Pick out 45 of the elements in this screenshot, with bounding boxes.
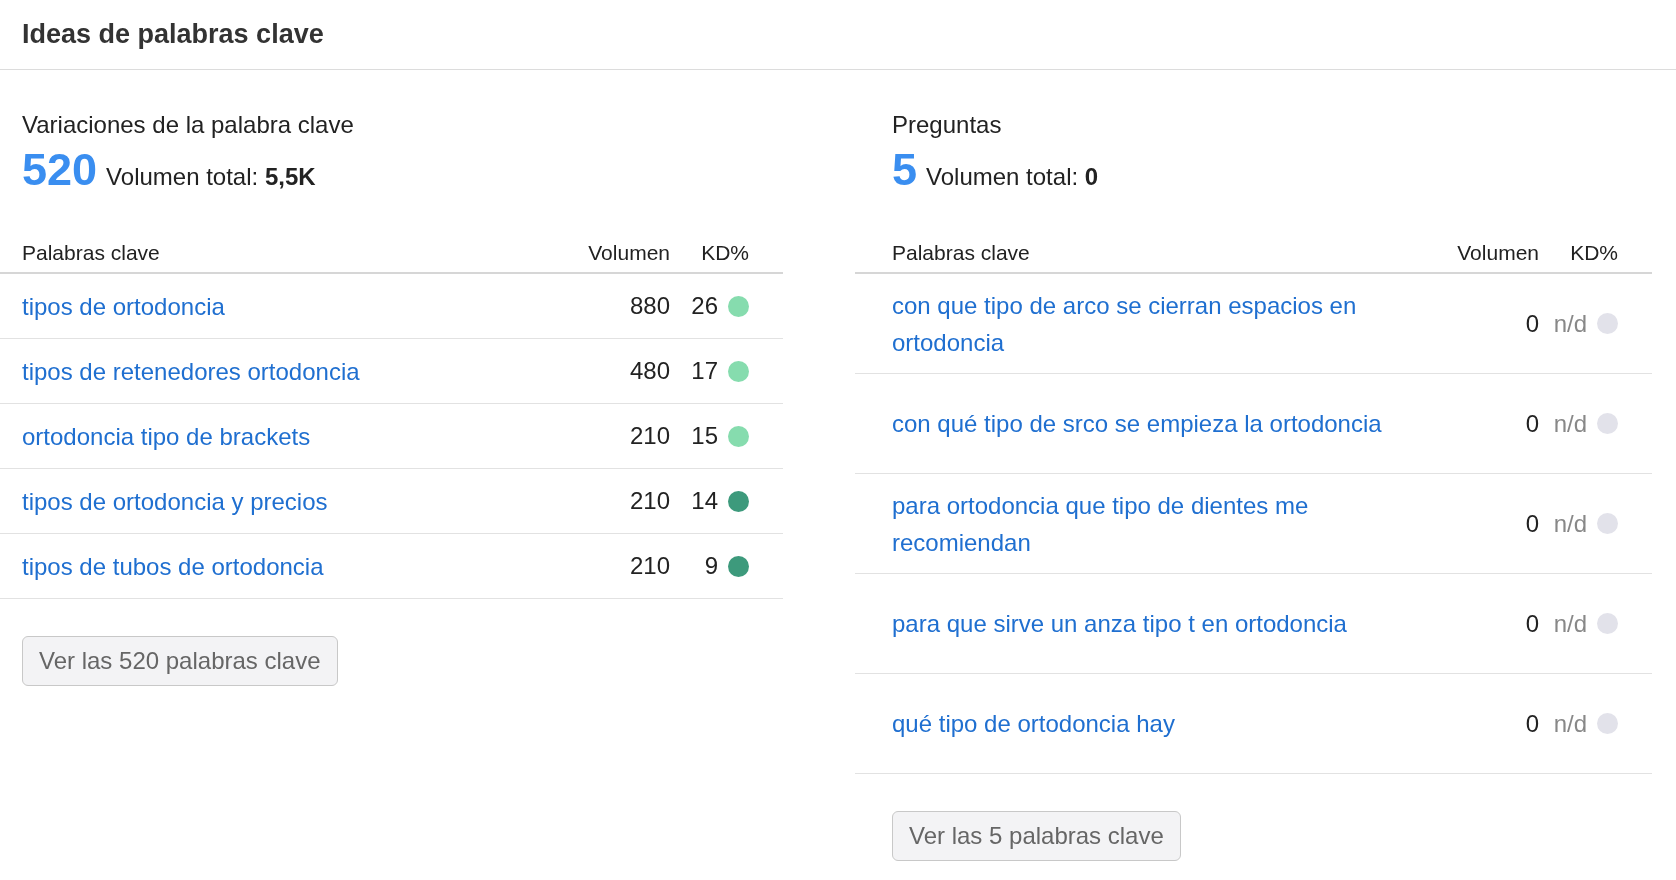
- section-heading: Variaciones de la palabra clave: [22, 110, 354, 140]
- keyword-link[interactable]: para ortodoncia que tipo de dientes me recomiendan: [892, 486, 1392, 561]
- kd-value: n/d: [1553, 308, 1587, 339]
- volume-value: 0: [1525, 409, 1539, 437]
- kd-value: 15: [691, 421, 718, 451]
- section-heading: Preguntas: [892, 110, 1002, 140]
- column-header: Volumen: [1457, 241, 1539, 265]
- volume-value: 210: [629, 422, 670, 449]
- keyword-link[interactable]: con qué tipo de srco se empieza la ortodoncia: [892, 405, 1392, 442]
- view-all-button[interactable]: Ver las 520 palabras clave: [22, 636, 338, 686]
- view-all-button[interactable]: Ver las 5 palabras clave: [892, 811, 1181, 861]
- keyword-link[interactable]: tipos de ortodoncia y precios: [22, 487, 328, 515]
- column-header: KD%: [701, 241, 749, 265]
- volume-value: 0: [1525, 509, 1539, 537]
- kd-value: 14: [691, 486, 718, 516]
- column-header: Palabras clave: [22, 241, 160, 265]
- column-header: Palabras clave: [892, 241, 1030, 265]
- kd-value: n/d: [1553, 508, 1587, 539]
- volume-value: 210: [629, 552, 670, 579]
- kd-value: n/d: [1553, 408, 1587, 439]
- keyword-link[interactable]: qué tipo de ortodoncia hay: [892, 705, 1392, 742]
- volume-value: 480: [629, 357, 670, 384]
- keyword-link[interactable]: tipos de retenedores ortodoncia: [22, 357, 360, 385]
- volume-value: 880: [629, 292, 670, 319]
- volume-value: 0: [1525, 709, 1539, 737]
- volume-value: 210: [629, 487, 670, 514]
- kd-value: 26: [691, 291, 718, 321]
- keyword-link[interactable]: para que sirve un anza tipo t en ortodoncia: [892, 605, 1392, 642]
- column-header: KD%: [1570, 241, 1618, 265]
- total-volume: Volumen total: 5,5K: [106, 162, 316, 192]
- keyword-link[interactable]: con que tipo de arco se cierran espacios en ortodoncia: [892, 286, 1392, 361]
- keyword-link[interactable]: ortodoncia tipo de brackets: [22, 422, 311, 450]
- kd-value: 9: [704, 551, 718, 581]
- kd-value: 17: [691, 356, 718, 386]
- keyword-link[interactable]: tipos de tubos de ortodoncia: [22, 552, 324, 580]
- keyword-link[interactable]: tipos de ortodoncia: [22, 292, 225, 320]
- keyword-count: 5: [892, 144, 918, 196]
- kd-value: n/d: [1553, 708, 1587, 739]
- volume-value: 0: [1525, 309, 1539, 337]
- kd-value: n/d: [1553, 608, 1587, 639]
- panel-title: Ideas de palabras clave: [22, 18, 324, 52]
- column-header: Volumen: [588, 241, 670, 265]
- total-volume: Volumen total: 0: [926, 162, 1099, 192]
- volume-value: 0: [1525, 609, 1539, 637]
- keyword-count: 520: [22, 144, 98, 196]
